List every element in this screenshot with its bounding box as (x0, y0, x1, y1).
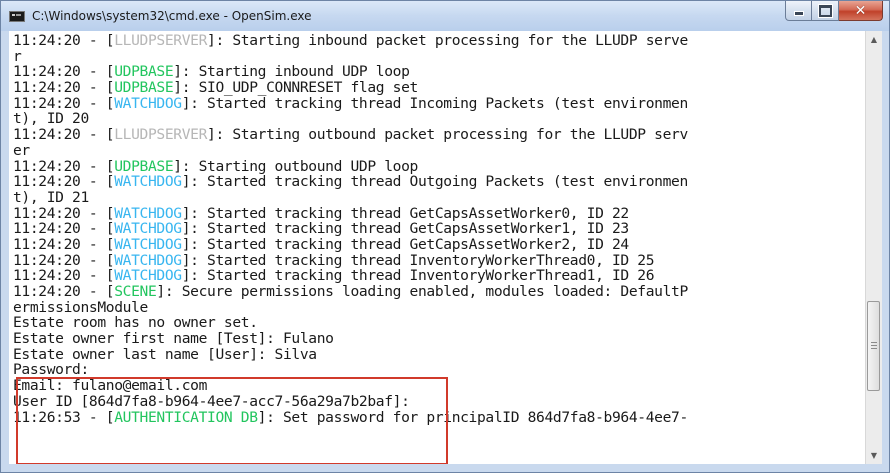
close-button[interactable]: ✕ (839, 1, 883, 21)
console-line-message: ]: SIO_UDP_CONNRESET flag set (173, 79, 418, 97)
console-line: 11:26:53 - [AUTHENTICATION DB]: Set pass… (13, 408, 865, 426)
console-lines: 11:24:20 - [LLUDPSERVER]: Starting inbou… (9, 31, 865, 425)
title-bar[interactable]: C:\Windows\system32\cmd.exe - OpenSim.ex… (1, 1, 889, 31)
console-line-text: 11:26:53 - [ (13, 408, 115, 426)
maximize-button[interactable] (812, 1, 839, 21)
log-source-tag: WATCHDOG (114, 220, 182, 238)
window-title: C:\Windows\system32\cmd.exe - OpenSim.ex… (32, 9, 312, 23)
console-line: er (13, 141, 865, 159)
console-line: Estate owner last name [User]: Silva (13, 345, 865, 363)
console-line: Password: (13, 362, 865, 378)
grip-line (871, 345, 877, 346)
console-line: 11:24:20 - [WATCHDOG]: Started tracking … (13, 251, 865, 269)
console-frame: 11:24:20 - [LLUDPSERVER]: Starting inbou… (9, 31, 882, 464)
caption-buttons: ✕ (785, 1, 883, 22)
console-line: Estate room has no owner set. (13, 315, 865, 331)
console-line-text: er (13, 141, 30, 159)
console-line-message: ]: Started tracking thread GetCapsAssetW… (181, 204, 629, 222)
log-source-tag: AUTHENTICATION DB (114, 408, 258, 426)
console-line-message: ]: Started tracking thread InventoryWork… (181, 251, 655, 269)
minimize-button[interactable] (785, 1, 812, 21)
log-source-tag: UDPBASE (114, 79, 174, 97)
scroll-up-arrow-icon[interactable]: ▲ (866, 31, 882, 48)
console-line: 11:24:20 - [WATCHDOG]: Started tracking … (13, 94, 865, 112)
console-line: Email: fulano@email.com (13, 378, 865, 394)
console-line-message: ]: Starting outbound packet processing f… (207, 126, 688, 144)
console-line-message: ]: Secure permissions loading enabled, m… (156, 283, 688, 300)
console-line: 11:24:20 - [LLUDPSERVER]: Starting outbo… (13, 127, 865, 143)
console-line: 11:24:20 - [SCENE]: Secure permissions l… (13, 284, 865, 300)
console-line-text: Estate room has no owner set. (13, 314, 258, 332)
console-line-text: t), ID 20 (13, 110, 89, 128)
console-line: r (13, 47, 865, 65)
console-line-message: ]: Starting inbound UDP loop (173, 63, 410, 81)
log-source-tag: WATCHDOG (114, 204, 182, 222)
console-line-text: 11:24:20 - [ (13, 32, 115, 49)
console-line-text: 11:24:20 - [ (13, 157, 115, 175)
console-icon[interactable] (9, 11, 25, 22)
console-line: 11:24:20 - [WATCHDOG]: Started tracking … (13, 221, 865, 237)
log-source-tag: UDPBASE (114, 157, 174, 175)
console-line-message: ]: Started tracking thread GetCapsAssetW… (181, 235, 629, 253)
console-line-text: Email: fulano@email.com (13, 377, 208, 395)
console-line-message: ]: Starting outbound UDP loop (173, 157, 418, 175)
console-line-text: 11:24:20 - [ (13, 251, 115, 269)
console-line-text: t), ID 21 (13, 188, 89, 206)
console-line-text: 11:24:20 - [ (13, 267, 115, 285)
console-line: ermissionsModule (13, 298, 865, 316)
console-line-text: 11:24:20 - [ (13, 220, 115, 238)
grip-line (871, 342, 877, 343)
log-source-tag: SCENE (114, 283, 157, 300)
console-line: 11:24:20 - [WATCHDOG]: Started tracking … (13, 237, 865, 253)
console-line-text: 11:24:20 - [ (13, 126, 115, 144)
grip-line (871, 348, 877, 349)
maximize-icon (817, 3, 833, 18)
console-line: t), ID 21 (13, 190, 865, 206)
log-source-tag: WATCHDOG (114, 251, 182, 269)
console-line-message: ]: Set password for principalID 864d7fa8… (257, 408, 689, 426)
scroll-thumb[interactable] (867, 301, 880, 391)
console-line-text: 11:24:20 - [ (13, 235, 115, 253)
console-line: 11:24:20 - [WATCHDOG]: Started tracking … (13, 204, 865, 222)
console-line-text: 11:24:20 - [ (13, 283, 115, 300)
console-line-message: ]: Started tracking thread GetCapsAssetW… (181, 220, 629, 238)
console-line: 11:24:20 - [UDPBASE]: Starting outbound … (13, 157, 865, 175)
close-icon: ✕ (854, 2, 867, 19)
console-line-text: Password: (13, 361, 89, 379)
log-source-tag: UDPBASE (114, 63, 174, 81)
console-line: 11:24:20 - [LLUDPSERVER]: Starting inbou… (13, 33, 865, 49)
console-line: 11:24:20 - [WATCHDOG]: Started tracking … (13, 174, 865, 190)
console-line: 11:24:20 - [UDPBASE]: SIO_UDP_CONNRESET … (13, 80, 865, 96)
console-line-text: 11:24:20 - [ (13, 79, 115, 97)
console-line: User ID [864d7fa8-b964-4ee7-acc7-56a29a7… (13, 392, 865, 410)
console-line-text: ermissionsModule (13, 298, 148, 316)
console-line-text: r (13, 47, 22, 65)
scroll-down-arrow-icon[interactable]: ▼ (866, 447, 882, 464)
console-line-message: ]: Started tracking thread Incoming Pack… (181, 94, 689, 112)
console-line-text: Estate owner first name [Test]: Fulano (13, 330, 334, 348)
console-line-text: User ID [864d7fa8-b964-4ee7-acc7-56a29a7… (13, 392, 410, 410)
console-line: t), ID 20 (13, 111, 865, 127)
console-line-message: ]: Started tracking thread Outgoing Pack… (181, 173, 689, 191)
log-source-tag: WATCHDOG (114, 235, 182, 253)
console-line-text: 11:24:20 - [ (13, 204, 115, 222)
log-source-tag: LLUDPSERVER (114, 32, 208, 49)
console-line-text: 11:24:20 - [ (13, 173, 115, 191)
console-line-message: ]: Starting inbound packet processing fo… (207, 32, 688, 49)
vertical-scrollbar[interactable]: ▲ ▼ (865, 31, 882, 464)
console-line-text: 11:24:20 - [ (13, 63, 115, 81)
console-line-text: 11:24:20 - [ (13, 94, 115, 112)
log-source-tag: LLUDPSERVER (114, 126, 208, 144)
log-source-tag: WATCHDOG (114, 267, 182, 285)
console-line-text: Estate owner last name [User]: Silva (13, 345, 317, 363)
console-line: 11:24:20 - [WATCHDOG]: Started tracking … (13, 268, 865, 284)
log-source-tag: WATCHDOG (114, 94, 182, 112)
minimize-icon (793, 11, 804, 16)
console-window: C:\Windows\system32\cmd.exe - OpenSim.ex… (0, 0, 890, 473)
log-source-tag: WATCHDOG (114, 173, 182, 191)
console-line-message: ]: Started tracking thread InventoryWork… (181, 267, 655, 285)
console-line: Estate owner first name [Test]: Fulano (13, 331, 865, 347)
console-output[interactable]: 11:24:20 - [LLUDPSERVER]: Starting inbou… (9, 31, 865, 464)
console-line: 11:24:20 - [UDPBASE]: Starting inbound U… (13, 64, 865, 80)
